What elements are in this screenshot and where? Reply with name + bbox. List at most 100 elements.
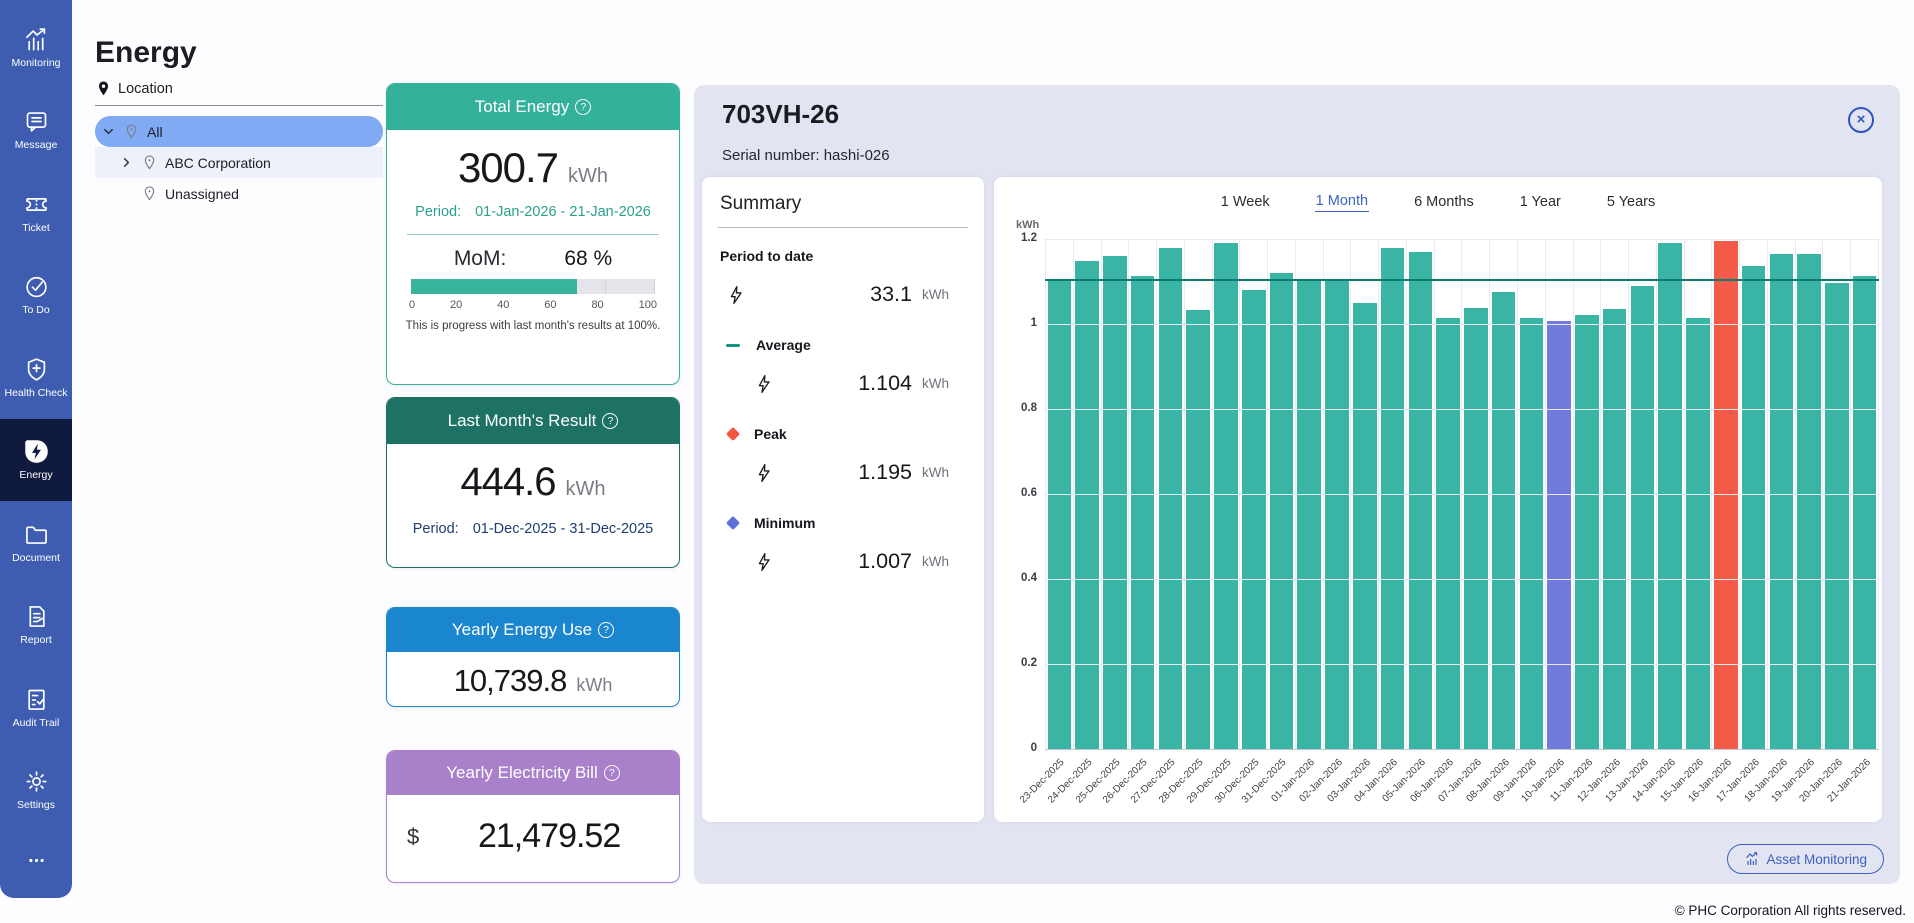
chart-range-tabs: 1 Week 1 Month 6 Months 1 Year 5 Years	[994, 191, 1882, 212]
sidebar-item-monitoring[interactable]: Monitoring	[0, 6, 72, 89]
period-to-date-label: Period to date	[720, 248, 966, 264]
chart-bar[interactable]	[1492, 292, 1516, 749]
stat-average-row: 1.104kWh	[720, 371, 966, 396]
chart-bar[interactable]	[1381, 248, 1405, 750]
minimum-diamond-marker	[726, 516, 740, 530]
chart-bar[interactable]	[1575, 315, 1599, 749]
period-to-date-unit: kWh	[922, 287, 966, 302]
tab-1-month[interactable]: 1 Month	[1315, 191, 1369, 212]
chart-bar[interactable]	[1714, 241, 1738, 749]
chart-bar[interactable]	[1409, 252, 1433, 749]
sidebar-item-ticket[interactable]: Ticket	[0, 171, 72, 254]
chart-bar[interactable]	[1186, 310, 1210, 749]
chart-bar[interactable]	[1658, 243, 1682, 749]
device-serial: Serial number: hashi-026	[722, 147, 890, 164]
sidebar-item-label: Report	[20, 634, 52, 646]
help-icon[interactable]	[604, 765, 620, 781]
asset-monitoring-button[interactable]: Asset Monitoring	[1727, 844, 1884, 874]
chart-bar[interactable]	[1270, 273, 1294, 749]
y-axis-tick-label: 0.2	[1003, 657, 1037, 669]
sidebar-item-more[interactable]	[0, 831, 72, 890]
sidebar-item-message[interactable]: Message	[0, 89, 72, 172]
chart-bar[interactable]	[1353, 303, 1377, 749]
help-icon[interactable]	[602, 413, 618, 429]
tab-5-years[interactable]: 5 Years	[1606, 191, 1656, 212]
settings-gear-icon	[23, 768, 50, 795]
location-pin-icon	[141, 154, 158, 171]
mom-label: MoM:	[454, 247, 507, 271]
sidebar-item-document[interactable]: Document	[0, 501, 72, 584]
tree-item-label: ABC Corporation	[165, 155, 271, 171]
chart-bar[interactable]	[1242, 290, 1266, 749]
chart-bar[interactable]	[1297, 280, 1321, 749]
chart-bar[interactable]	[1686, 318, 1710, 749]
chevron-right-icon[interactable]	[119, 155, 134, 170]
tree-item-unassigned[interactable]: Unassigned	[95, 178, 383, 209]
chart-bar[interactable]	[1103, 256, 1127, 749]
yearly-energy-value-row: 10,739.8 kWh	[387, 663, 679, 699]
sidebar-item-report[interactable]: Report	[0, 584, 72, 667]
stat-peak-header: Peak	[720, 426, 966, 442]
peak-diamond-marker	[726, 427, 740, 441]
chart-bar[interactable]	[1770, 254, 1794, 749]
folder-icon	[23, 521, 50, 548]
help-icon[interactable]	[598, 622, 614, 638]
chart-bar[interactable]	[1520, 318, 1544, 749]
average-dash-marker	[726, 344, 740, 347]
chart-bar[interactable]	[1603, 309, 1627, 749]
message-icon	[23, 108, 50, 135]
total-energy-unit: kWh	[568, 165, 608, 188]
energy-bolt-icon	[726, 285, 746, 305]
sidebar-item-settings[interactable]: Settings	[0, 749, 72, 832]
chart-bar[interactable]	[1214, 243, 1238, 749]
yearly-bill-value: 21,479.52	[419, 817, 679, 856]
location-header-label: Location	[118, 81, 173, 97]
chart-bar[interactable]	[1159, 248, 1183, 750]
sidebar-item-energy[interactable]: Energy	[0, 419, 72, 502]
chart-bar[interactable]	[1742, 266, 1766, 749]
close-icon[interactable]	[1848, 107, 1874, 133]
chevron-down-icon[interactable]	[101, 124, 116, 139]
energy-bolt-icon	[754, 552, 774, 572]
chart-bar[interactable]	[1131, 276, 1155, 749]
y-axis-title: kWh	[1016, 219, 1039, 231]
location-tree: All ABC Corporation Unassigned	[95, 116, 383, 209]
y-gridline	[1045, 749, 1879, 750]
tab-1-week[interactable]: 1 Week	[1220, 191, 1271, 212]
help-icon[interactable]	[575, 99, 591, 115]
mom-progress-track	[411, 279, 655, 294]
sidebar-item-label: Settings	[17, 799, 55, 811]
energy-bolt-icon	[754, 374, 774, 394]
chart-bar[interactable]	[1075, 261, 1099, 749]
sidebar-item-health-check[interactable]: Health Check	[0, 336, 72, 419]
tab-1-year[interactable]: 1 Year	[1519, 191, 1562, 212]
stat-label: Minimum	[754, 515, 815, 531]
chart-bar[interactable]	[1853, 276, 1877, 749]
chart-bar[interactable]	[1436, 318, 1460, 749]
chart-bar[interactable]	[1825, 283, 1849, 749]
report-icon	[23, 603, 50, 630]
sidebar-item-label: Ticket	[22, 222, 50, 234]
monitoring-chart-icon	[1744, 851, 1760, 867]
tab-6-months[interactable]: 6 Months	[1413, 191, 1475, 212]
mom-row: MoM: 68 %	[387, 247, 679, 271]
yearly-energy-card: Yearly Energy Use 10,739.8 kWh	[386, 607, 680, 707]
sidebar: MonitoringMessage Ticket To DoHealth Check…	[0, 0, 72, 898]
chart-bar[interactable]	[1547, 321, 1571, 749]
sidebar-item-audit-trail[interactable]: Audit Trail	[0, 666, 72, 749]
chart-bar[interactable]	[1048, 280, 1072, 749]
scale-tick-label: 60	[544, 299, 556, 311]
sidebar-item-to-do[interactable]: To Do	[0, 254, 72, 337]
chart-bar[interactable]	[1464, 308, 1488, 749]
stat-average-header: Average	[720, 337, 966, 353]
tree-item-all[interactable]: All	[95, 116, 383, 147]
y-axis-tick-label: 0.6	[1003, 487, 1037, 499]
mom-progress-scale: 020406080100	[409, 299, 657, 311]
chart-bar[interactable]	[1325, 280, 1349, 749]
stat-minimum-row: 1.007kWh	[720, 549, 966, 574]
tree-item-abc-corporation[interactable]: ABC Corporation	[95, 147, 383, 178]
chart-bar[interactable]	[1631, 286, 1655, 749]
y-axis-tick-label: 0.4	[1003, 572, 1037, 584]
y-axis-tick-label: 0.8	[1003, 402, 1037, 414]
chart-bar[interactable]	[1797, 254, 1821, 749]
